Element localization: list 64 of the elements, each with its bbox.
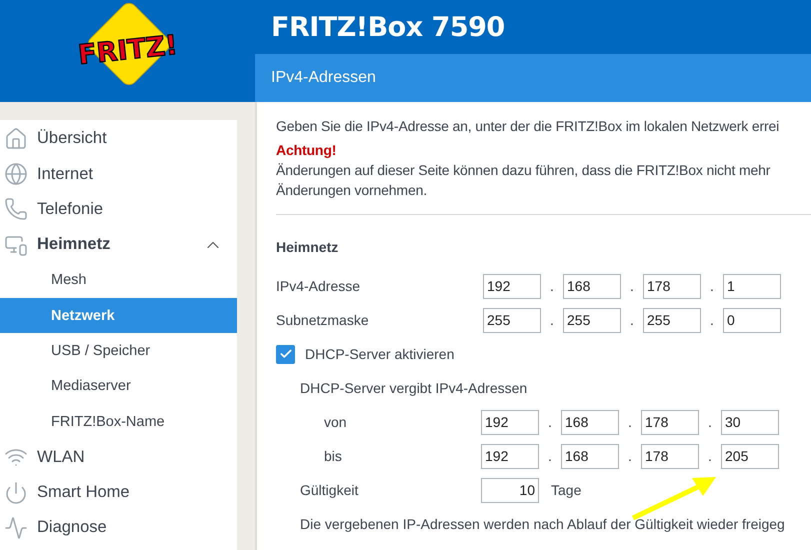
octet-field[interactable]: 168 xyxy=(561,410,619,434)
note-text: Die vergebenen IP-Adressen werden nach Ablauf der Gültigkeit wieder freigeg xyxy=(300,516,785,532)
warning-text: Änderungen auf dieser Seite können dazu führen, dass die FRITZ!Box nicht mehr xyxy=(276,161,772,180)
octet-field[interactable]: 168 xyxy=(563,274,621,298)
octet-separator: . xyxy=(707,414,713,430)
page-title: FRITZ!Box 7590 xyxy=(271,12,505,42)
field-label: von xyxy=(324,414,348,430)
octet-separator: . xyxy=(547,414,553,430)
sidebar-item[interactable]: FRITZ!Box-Name xyxy=(0,404,237,440)
unit-label: Tage xyxy=(551,482,582,498)
octet-separator: . xyxy=(707,448,713,464)
field-label: Subnetzmaske xyxy=(276,312,370,328)
octet-field[interactable]: 30 xyxy=(721,410,779,434)
warning-title: Achtung! xyxy=(276,141,338,160)
octet-separator: . xyxy=(549,278,555,294)
field-label: bis xyxy=(324,448,343,464)
octet-separator: . xyxy=(709,312,715,328)
sidebar-item[interactable]: Diagnose xyxy=(0,510,237,546)
field-label: Gültigkeit xyxy=(300,482,360,498)
octet-separator: . xyxy=(629,312,635,328)
octet-field[interactable]: 0 xyxy=(723,308,781,332)
sidebar-item[interactable]: Mediaserver xyxy=(0,368,237,404)
section-title: Heimnetz xyxy=(276,238,340,257)
sidebar-item[interactable]: Netzwerk xyxy=(0,298,237,334)
page-subtitle: IPv4-Adressen xyxy=(271,69,376,87)
days-field[interactable]: 10 xyxy=(481,478,539,502)
sidebar-item[interactable]: Übersicht xyxy=(0,121,237,156)
menu-icon xyxy=(4,516,28,540)
checkbox[interactable] xyxy=(276,344,295,364)
range-title: DHCP-Server vergibt IPv4-Adressen xyxy=(300,380,528,396)
octet-separator: . xyxy=(549,312,555,328)
menu-icon xyxy=(4,480,28,505)
octet-field[interactable]: 192 xyxy=(481,444,539,468)
sidebar-item[interactable]: Internet xyxy=(0,156,237,192)
octet-field[interactable]: 192 xyxy=(481,410,539,434)
octet-field[interactable]: 192 xyxy=(483,274,541,298)
menu-icon xyxy=(4,162,28,186)
octet-field[interactable]: 255 xyxy=(643,308,701,332)
warning-text: Änderungen vornehmen. xyxy=(276,181,428,200)
octet-field[interactable]: 255 xyxy=(483,308,541,332)
sidebar-item[interactable]: Mesh xyxy=(0,262,237,298)
octet-field[interactable]: 178 xyxy=(643,274,701,298)
sidebar-item[interactable]: Heimnetz xyxy=(0,227,237,263)
check-icon xyxy=(278,347,292,361)
octet-field[interactable]: 168 xyxy=(561,444,619,468)
menu-icon xyxy=(4,197,28,222)
menu-icon xyxy=(4,126,28,151)
octet-field[interactable]: 178 xyxy=(641,444,699,468)
octet-separator: . xyxy=(547,448,553,464)
field-label: IPv4-Adresse xyxy=(276,278,362,294)
octet-separator: . xyxy=(629,278,635,294)
octet-separator: . xyxy=(709,278,715,294)
intro-text: Geben Sie die IPv4-Adresse an, unter der die FRITZ!Box im lokalen Netzwerk errei xyxy=(276,117,780,136)
octet-field[interactable]: 205 xyxy=(721,444,779,468)
octet-separator: . xyxy=(627,448,633,464)
sidebar-item[interactable]: WLAN xyxy=(0,440,237,475)
octet-field[interactable]: 255 xyxy=(563,308,621,332)
sidebar-item[interactable]: USB / Speicher xyxy=(0,333,237,369)
sidebar-item[interactable]: Telefonie xyxy=(0,192,237,228)
sidebar-item[interactable]: Smart Home xyxy=(0,474,237,510)
octet-field[interactable]: 178 xyxy=(641,410,699,434)
octet-separator: . xyxy=(627,414,633,430)
checkbox-label: DHCP-Server aktivieren xyxy=(305,346,454,362)
octet-field[interactable]: 1 xyxy=(723,274,781,298)
